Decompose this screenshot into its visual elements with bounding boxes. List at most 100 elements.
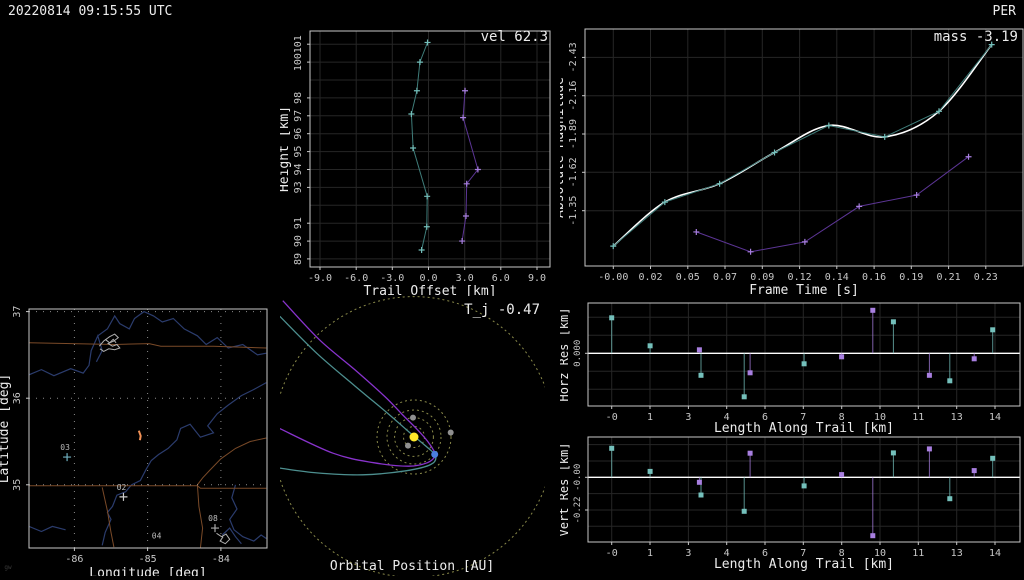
y-tick-label: -0.22 bbox=[573, 496, 583, 523]
residual-point bbox=[747, 370, 753, 376]
y-tick-label: 95 bbox=[293, 146, 304, 158]
x-tick-label: -9.0 bbox=[308, 273, 332, 284]
state-border bbox=[29, 342, 267, 349]
y-tick-label: -1.62 bbox=[568, 157, 579, 187]
river bbox=[221, 527, 242, 545]
sun bbox=[409, 432, 419, 442]
x-tick-label: -86 bbox=[65, 554, 83, 565]
corner-value-magnitude: mass -3.19 bbox=[934, 29, 1018, 45]
residual-point bbox=[698, 372, 704, 378]
x-tick-label: 0.21 bbox=[937, 272, 961, 283]
residual-point bbox=[971, 356, 977, 362]
y-tick-label: -1.89 bbox=[568, 119, 579, 149]
x-tick-label: 0.07 bbox=[713, 272, 737, 283]
solar-system bbox=[273, 296, 555, 578]
meteor-analysis-dashboard: 20220814 09:15:55 UTC PER -9.0 -6.0 -3.0 0.… bbox=[0, 0, 1024, 580]
planet-mercury bbox=[405, 442, 411, 449]
series-station-04 bbox=[696, 156, 969, 253]
data-point-marker bbox=[825, 122, 832, 129]
y-axis-label: Height [km] bbox=[280, 106, 292, 192]
panel-orbital-position: T_j -0.47 Orbital Position [AU] bbox=[273, 296, 555, 578]
tisserand-value: T_j -0.47 bbox=[464, 302, 540, 318]
x-tick-label: 14 bbox=[989, 412, 1001, 423]
x-axis-label: Length Along Trail [km] bbox=[714, 421, 894, 436]
x-axis-label: Trail Offset [km] bbox=[363, 284, 496, 296]
x-tick-label: 14 bbox=[989, 548, 1001, 559]
x-axis-label: Frame Time [s] bbox=[749, 283, 859, 296]
data-point-marker bbox=[462, 87, 469, 94]
grid bbox=[585, 29, 1023, 266]
data-point-marker bbox=[801, 238, 808, 245]
station-marker-08 bbox=[211, 524, 220, 533]
residual-point bbox=[609, 315, 615, 321]
planet-venus bbox=[410, 414, 416, 421]
status-bar: 20220814 09:15:55 UTC PER bbox=[0, 0, 1024, 24]
residual-point bbox=[870, 533, 876, 539]
residual-point bbox=[741, 508, 747, 514]
y-tick-label: 94 bbox=[293, 163, 304, 175]
y-tick-label: 91 bbox=[293, 217, 304, 229]
residual-point bbox=[870, 307, 876, 313]
x-tick-label: 0.12 bbox=[788, 272, 812, 283]
series-station-03 bbox=[410, 42, 428, 251]
series-markers-station-04 bbox=[693, 153, 972, 255]
river bbox=[229, 484, 267, 542]
residual-point bbox=[947, 378, 953, 384]
station-marker-03 bbox=[63, 453, 72, 462]
x-tick-label: 0.02 bbox=[638, 272, 662, 283]
y-tick-label: 37 bbox=[12, 306, 23, 318]
station-label-08: 08 bbox=[208, 514, 218, 523]
x-tick-label: 0.05 bbox=[676, 272, 700, 283]
data-point-marker bbox=[747, 248, 754, 255]
y-tick-label: 89 bbox=[293, 253, 304, 265]
x-tick-label: 0.16 bbox=[862, 272, 886, 283]
residual-point bbox=[971, 468, 977, 474]
plot-frame bbox=[309, 30, 551, 268]
fitted-light-curve bbox=[612, 44, 993, 247]
residual-point bbox=[839, 472, 845, 478]
y-tick-label: 36 bbox=[12, 392, 23, 404]
shower-code-badge: PER bbox=[992, 4, 1016, 19]
residual-point bbox=[698, 492, 704, 498]
panel-horizontal-residuals: -0 1 3 4 6 7 8 10 11 13 14 0.000 Length Along Trail … bbox=[557, 296, 1024, 436]
x-tick-label: 3 bbox=[685, 412, 691, 423]
station-label-04: 04 bbox=[152, 531, 162, 540]
meteoroid-orbit-station-03 bbox=[279, 315, 437, 476]
data-point-marker bbox=[418, 247, 425, 254]
x-tick-label: 0.19 bbox=[899, 272, 923, 283]
panel-height-vs-trail-offset: -9.0 -6.0 -3.0 0.0 3.0 6.0 9.0 89 90 91 93 94 95 96 97… bbox=[277, 24, 560, 299]
state-border bbox=[29, 485, 267, 489]
y-axis-label: Vert Res [km] bbox=[560, 443, 571, 537]
residual-point bbox=[609, 445, 615, 451]
panel-ground-track-map: 03 02 08 04 -86 -85 -84 35 36 37 Longitude [deg] La… bbox=[0, 296, 280, 580]
x-tick-label: 9.0 bbox=[528, 273, 546, 284]
residual-point bbox=[990, 327, 996, 333]
x-axis-label: Longitude [deg] bbox=[89, 566, 206, 576]
x-tick-label: -0.00 bbox=[598, 272, 628, 283]
x-tick-label: -6.0 bbox=[344, 273, 368, 284]
orbit-title: Orbital Position [AU] bbox=[330, 559, 494, 574]
planet-earth bbox=[431, 450, 439, 458]
station-label-03: 03 bbox=[60, 443, 70, 452]
x-tick-label: 11 bbox=[912, 548, 924, 559]
river bbox=[101, 382, 267, 546]
y-tick-label: -1.35 bbox=[568, 196, 579, 226]
data-point-marker bbox=[856, 203, 863, 210]
x-tick-label: 1 bbox=[647, 412, 653, 423]
x-tick-label: 0.0 bbox=[419, 273, 437, 284]
meteoroid-orbit-station-04 bbox=[279, 300, 437, 467]
x-tick-label: -85 bbox=[139, 554, 157, 565]
data-point-marker bbox=[462, 213, 469, 220]
y-tick-label: 35 bbox=[12, 479, 23, 491]
x-tick-label: -84 bbox=[212, 554, 230, 565]
residual-series-station-04 bbox=[696, 446, 977, 539]
data-point-marker bbox=[881, 133, 888, 140]
y-tick-label: 90 bbox=[293, 235, 304, 247]
residual-point bbox=[990, 455, 996, 461]
residual-point bbox=[839, 354, 845, 360]
series-markers-station-03 bbox=[610, 41, 995, 250]
residual-point bbox=[890, 319, 896, 325]
x-tick-label: -0 bbox=[606, 548, 618, 559]
x-tick-label: -3.0 bbox=[380, 273, 404, 284]
watermark: gw bbox=[4, 564, 12, 571]
